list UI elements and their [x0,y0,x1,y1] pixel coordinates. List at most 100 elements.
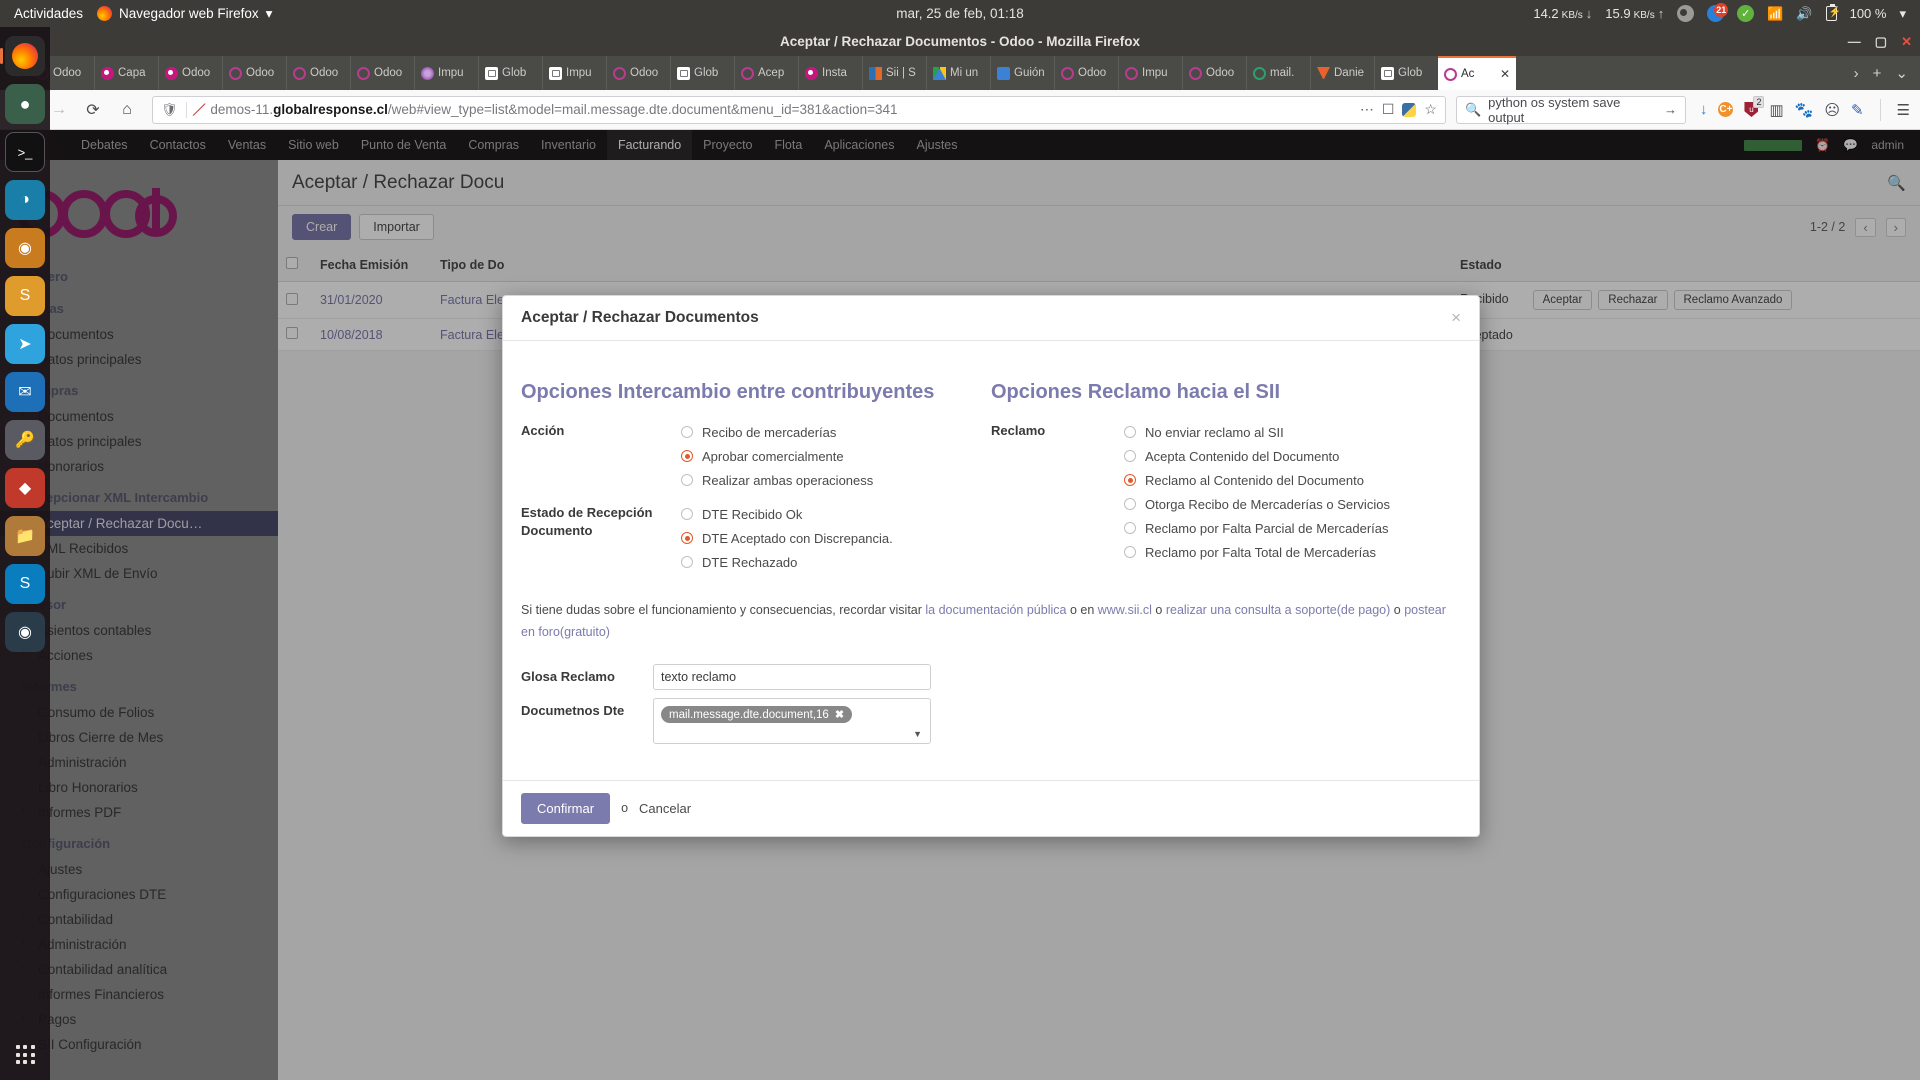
dock-item-steam[interactable]: ◉ [5,612,45,652]
ghostery-icon[interactable]: 🐾 [1795,101,1814,119]
new-tab-button[interactable]: + [1873,65,1882,82]
glosa-reclamo-input[interactable]: texto reclamo [653,664,931,690]
browser-tab[interactable]: Acep [734,56,798,90]
page-actions-icon[interactable]: ⋯ [1360,101,1374,118]
list-all-tabs-button[interactable]: ⌄ [1895,64,1908,82]
radio-option[interactable]: Reclamo al Contenido del Documento [1124,468,1461,492]
account-icon[interactable]: ☹ [1824,101,1840,119]
radio-button[interactable] [681,426,693,438]
maximize-button[interactable]: ▢ [1875,34,1887,50]
radio-button[interactable] [1124,474,1136,486]
dock-item-sublime[interactable]: S [5,276,45,316]
modal-overlay[interactable]: Aceptar / Rechazar Documentos × Opciones… [0,130,1920,1080]
browser-tab[interactable]: Impu [542,56,606,90]
dock-item-keys[interactable]: 🔑 [5,420,45,460]
radio-option[interactable]: DTE Aceptado con Discrepancia. [681,526,991,550]
dock-item-chat[interactable]: ◑ [5,180,45,220]
browser-tab[interactable]: Impu [1118,56,1182,90]
radio-button[interactable] [681,508,693,520]
browser-tab[interactable]: Odoo [1054,56,1118,90]
browser-tab[interactable]: Odoo [222,56,286,90]
current-app-menu[interactable]: Navegador web Firefox ▾ [97,6,272,22]
reload-button[interactable]: ⟳ [78,95,108,125]
browser-tab[interactable]: Sii | S [862,56,926,90]
soporte-link[interactable]: realizar una consulta a soporte(de pago) [1166,603,1390,617]
downloads-icon[interactable]: ↓ [1700,101,1708,118]
documento-chip[interactable]: mail.message.dte.document,16 ✖ [661,706,852,723]
highlighter-icon[interactable]: ✎ [1851,101,1864,119]
status-ok-icon[interactable]: ✓ [1737,5,1754,22]
radio-option[interactable]: Reclamo por Falta Parcial de Mercaderías [1124,516,1461,540]
radio-option[interactable]: Acepta Contenido del Documento [1124,444,1461,468]
browser-tab[interactable]: Guión [990,56,1054,90]
dock-item-nautilus[interactable]: ● [5,84,45,124]
search-input[interactable]: python os system save output [1488,95,1657,125]
radio-button[interactable] [1124,546,1136,558]
radio-option[interactable]: Aprobar comercialmente [681,444,991,468]
browser-tab[interactable]: Mi un [926,56,990,90]
chevron-down-icon[interactable]: ▾ [1899,6,1906,22]
browser-tab[interactable]: Odoo [1182,56,1246,90]
radio-option[interactable]: No enviar reclamo al SII [1124,420,1461,444]
browser-tab[interactable]: Glob [1374,56,1438,90]
dock-item-files[interactable]: 📁 [5,516,45,556]
notification-tray-icon[interactable]: 21 [1707,5,1724,22]
ublock-icon[interactable]: u 2 [1744,102,1758,117]
home-button[interactable]: ⌂ [112,95,142,125]
confirm-button[interactable]: Confirmar [521,793,610,824]
radio-button[interactable] [1124,498,1136,510]
dock-item-camera[interactable]: ◉ [5,228,45,268]
radio-button[interactable] [681,532,693,544]
close-tab-icon[interactable]: ✕ [1500,67,1510,81]
search-bar[interactable]: 🔍 python os system save output → [1456,96,1686,124]
browser-tab[interactable]: Impu [414,56,478,90]
dock-item-terminal[interactable]: >_ [5,132,45,172]
shield-icon[interactable]: 🛡 [161,102,178,118]
dock-item-firefox[interactable] [5,36,45,76]
radio-option[interactable]: DTE Recibido Ok [681,502,991,526]
close-icon[interactable]: × [1451,308,1461,328]
dock-item-thunderbird[interactable]: ✉ [5,372,45,412]
hamburger-menu-icon[interactable]: ☰ [1897,101,1910,119]
documentos-dte-field[interactable]: mail.message.dte.document,16 ✖ ▼ [653,698,931,744]
python-icon[interactable] [1402,103,1416,117]
browser-tab[interactable]: Odoo [350,56,414,90]
dock-item-skype[interactable]: S [5,564,45,604]
browser-tab[interactable]: Danie [1310,56,1374,90]
radio-option[interactable]: Recibo de mercaderías [681,420,991,444]
bookmark-star-icon[interactable]: ☆ [1424,101,1437,118]
pocket-icon[interactable]: ☐ [1382,101,1395,118]
sii-cl-link[interactable]: www.sii.cl [1098,603,1152,617]
volume-icon[interactable]: 🔊 [1796,6,1812,22]
browser-tab[interactable]: Capa [94,56,158,90]
show-applications-button[interactable] [0,1045,50,1064]
dock-item-remmina[interactable]: ◆ [5,468,45,508]
wifi-icon[interactable]: 📶 [1767,6,1783,22]
browser-tab[interactable]: Odoo [606,56,670,90]
radio-option[interactable]: DTE Rechazado [681,550,991,574]
browser-tab[interactable]: mail. [1246,56,1310,90]
radio-option[interactable]: Realizar ambas operacioness [681,468,991,492]
documentacion-publica-link[interactable]: la documentación pública [925,603,1066,617]
radio-button[interactable] [681,450,693,462]
dock-item-telegram[interactable]: ➤ [5,324,45,364]
radio-button[interactable] [1124,522,1136,534]
address-bar[interactable]: 🛡 ╱ demos-11.globalresponse.cl/web#view_… [152,96,1446,124]
steam-tray-icon[interactable] [1677,5,1694,22]
browser-tab[interactable]: Insta [798,56,862,90]
scroll-tabs-right-button[interactable]: › [1854,65,1859,82]
browser-tab[interactable]: Odoo [286,56,350,90]
browser-tab[interactable]: Glob [670,56,734,90]
minimize-button[interactable]: — [1848,34,1861,49]
radio-button[interactable] [1124,450,1136,462]
noscript-icon[interactable]: ╱ [192,101,204,119]
battery-icon[interactable]: ⚡ [1826,6,1837,21]
containers-icon[interactable]: C+ [1718,102,1733,117]
radio-button[interactable] [1124,426,1136,438]
radio-button[interactable] [681,556,693,568]
radio-button[interactable] [681,474,693,486]
browser-tab[interactable]: Ac✕ [1438,56,1516,90]
remove-chip-icon[interactable]: ✖ [835,708,844,721]
radio-option[interactable]: Reclamo por Falta Total de Mercaderías [1124,540,1461,564]
browser-tab[interactable]: Odoo [158,56,222,90]
